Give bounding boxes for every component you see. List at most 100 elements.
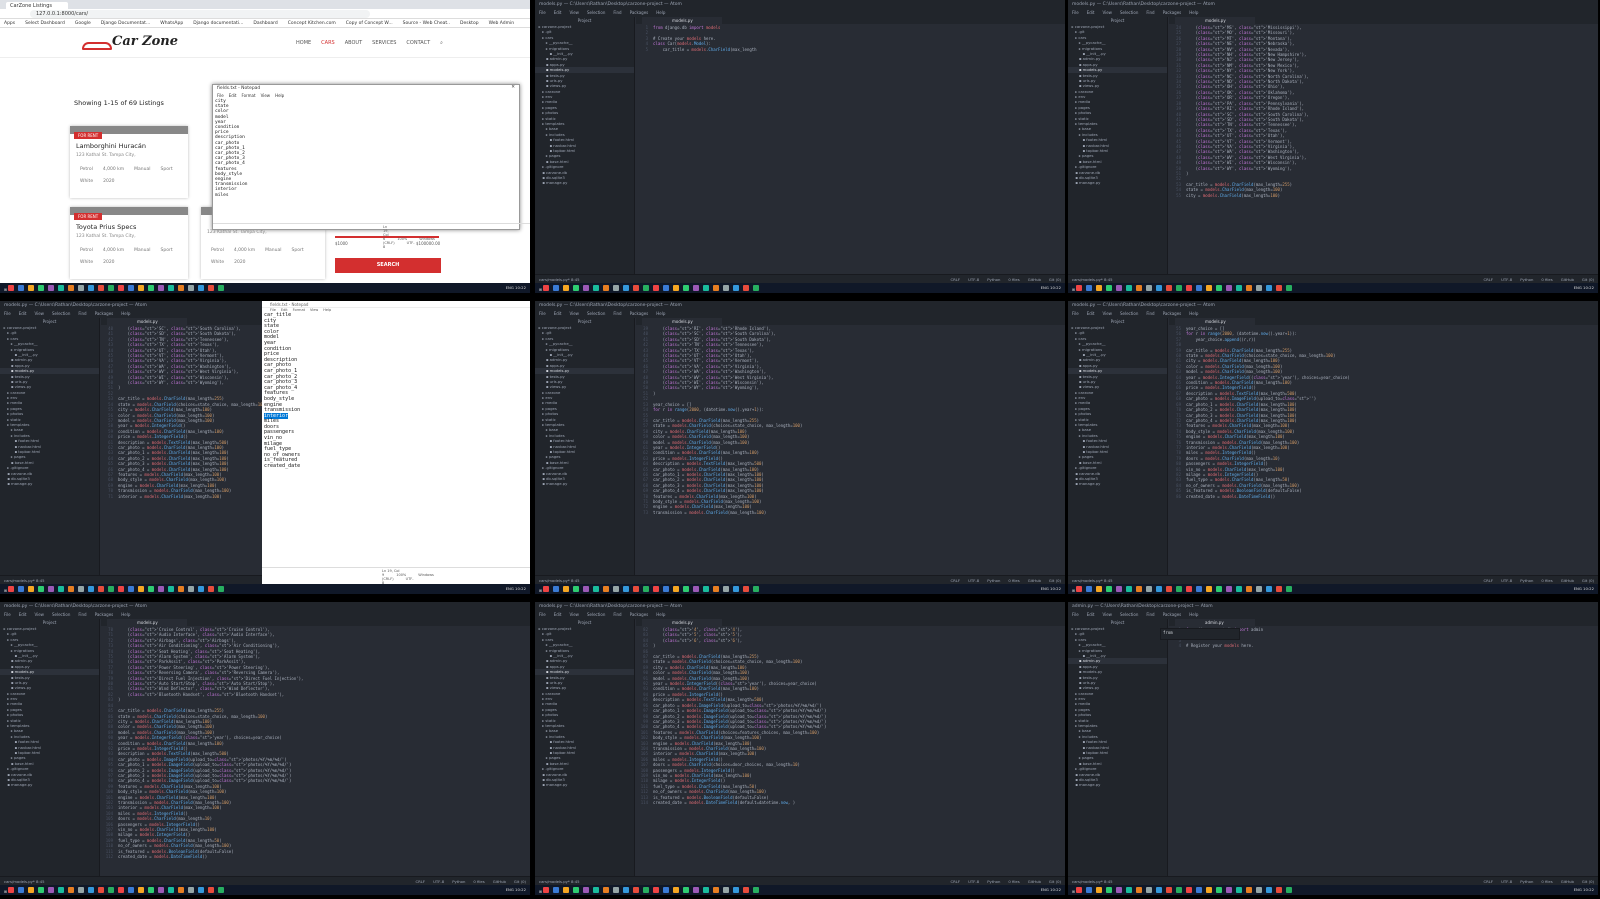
taskbar-app-icon[interactable] <box>188 285 195 291</box>
editor-tab[interactable]: models.py <box>642 619 722 626</box>
taskbar-app-icon[interactable] <box>178 887 185 893</box>
taskbar-app-icon[interactable] <box>1186 586 1193 592</box>
taskbar-app-icon[interactable] <box>663 285 670 291</box>
status-item[interactable]: CRLF <box>416 879 426 884</box>
taskbar-app-icon[interactable] <box>673 887 680 893</box>
notepad-menu-item[interactable]: Edit <box>229 93 237 98</box>
taskbar-app-icon[interactable] <box>168 285 175 291</box>
taskbar-app-icon[interactable] <box>68 887 75 893</box>
taskbar-app-icon[interactable] <box>613 887 620 893</box>
editor-menu-item[interactable]: Selection <box>1120 311 1138 316</box>
taskbar-app-icon[interactable] <box>653 586 660 592</box>
editor-menu-item[interactable]: Selection <box>587 10 605 15</box>
taskbar-app-icon[interactable] <box>1206 586 1213 592</box>
taskbar-app-icon[interactable] <box>168 586 175 592</box>
taskbar-app-icon[interactable] <box>18 285 25 291</box>
taskbar-app-icon[interactable] <box>78 887 85 893</box>
taskbar-app-icon[interactable] <box>723 586 730 592</box>
taskbar-app-icon[interactable] <box>1236 887 1243 893</box>
taskbar-app-icon[interactable] <box>208 285 215 291</box>
taskbar-app-icon[interactable] <box>218 285 225 291</box>
taskbar-app-icon[interactable] <box>703 887 710 893</box>
editor-menu-item[interactable]: File <box>539 612 546 617</box>
status-item[interactable]: GitHub <box>1028 578 1041 583</box>
status-item[interactable]: Git (0) <box>1582 879 1594 884</box>
taskbar-app-icon[interactable] <box>1246 586 1253 592</box>
taskbar-app-icon[interactable] <box>118 586 125 592</box>
taskbar-app-icon[interactable] <box>693 285 700 291</box>
taskbar-app-icon[interactable] <box>8 285 15 291</box>
status-item[interactable]: Git (0) <box>1049 879 1061 884</box>
bookmark-link[interactable]: Web Admin <box>489 21 515 26</box>
notepad-menu-item[interactable]: Help <box>275 93 284 98</box>
bookmark-link[interactable]: Dashboard <box>253 21 277 26</box>
taskbar-app-icon[interactable] <box>1266 586 1273 592</box>
editor-menu-item[interactable]: Selection <box>587 612 605 617</box>
editor-menu-item[interactable]: Packages <box>95 612 114 617</box>
status-item[interactable]: 0 files <box>1541 277 1552 282</box>
notepad-menu-item[interactable]: Help <box>323 308 331 312</box>
taskbar-app-icon[interactable] <box>1196 887 1203 893</box>
nav-link-about[interactable]: ABOUT <box>345 40 362 46</box>
status-item[interactable]: Git (0) <box>1582 578 1594 583</box>
status-item[interactable]: Git (0) <box>1049 578 1061 583</box>
taskbar-app-icon[interactable] <box>1106 586 1113 592</box>
nav-link-contact[interactable]: CONTACT <box>406 40 430 46</box>
taskbar-app-icon[interactable] <box>603 586 610 592</box>
editor-menu-item[interactable]: Help <box>656 612 665 617</box>
editor-tab[interactable]: models.py <box>1175 318 1255 325</box>
editor-menu-item[interactable]: Selection <box>52 311 70 316</box>
status-item[interactable]: Git (0) <box>1049 277 1061 282</box>
taskbar-app-icon[interactable] <box>743 285 750 291</box>
status-item[interactable]: GitHub <box>1028 879 1041 884</box>
taskbar-app-icon[interactable] <box>603 285 610 291</box>
status-item[interactable]: CRLF <box>951 578 961 583</box>
editor-menu-item[interactable]: Help <box>1189 612 1198 617</box>
taskbar-app-icon[interactable] <box>703 285 710 291</box>
taskbar-app-icon[interactable] <box>573 586 580 592</box>
taskbar-app-icon[interactable] <box>563 887 570 893</box>
editor-menu-item[interactable]: File <box>539 311 546 316</box>
taskbar-app-icon[interactable] <box>743 586 750 592</box>
taskbar-app-icon[interactable] <box>553 887 560 893</box>
taskbar-app-icon[interactable] <box>88 887 95 893</box>
tree-item[interactable]: ▪ manage.py <box>1068 180 1167 185</box>
taskbar-app-icon[interactable] <box>683 586 690 592</box>
taskbar-app-icon[interactable] <box>1236 586 1243 592</box>
taskbar-app-icon[interactable] <box>138 887 145 893</box>
editor-menu-item[interactable]: Find <box>1146 10 1154 15</box>
taskbar-app-icon[interactable] <box>148 285 155 291</box>
taskbar-app-icon[interactable] <box>1156 586 1163 592</box>
tree-item[interactable]: ▪ manage.py <box>0 481 99 486</box>
editor-menu-item[interactable]: Packages <box>95 311 114 316</box>
taskbar-app-icon[interactable] <box>28 285 35 291</box>
taskbar-app-icon[interactable] <box>1126 285 1133 291</box>
taskbar-app-icon[interactable] <box>693 586 700 592</box>
notepad-text[interactable]: city state color model year condition pr… <box>215 99 248 198</box>
taskbar-app-icon[interactable] <box>713 285 720 291</box>
status-item[interactable]: CRLF <box>1484 578 1494 583</box>
taskbar-app-icon[interactable] <box>8 586 15 592</box>
notepad-menu-item[interactable]: View <box>310 308 318 312</box>
status-item[interactable]: Git (0) <box>514 879 526 884</box>
status-item[interactable]: UTF-8 <box>433 879 444 884</box>
editor-menu-item[interactable]: File <box>1072 10 1079 15</box>
taskbar-app-icon[interactable] <box>38 887 45 893</box>
status-item[interactable]: Python <box>452 879 465 884</box>
taskbar-app-icon[interactable] <box>743 887 750 893</box>
taskbar-app-icon[interactable] <box>1106 285 1113 291</box>
status-item[interactable]: Python <box>1520 578 1533 583</box>
taskbar-app-icon[interactable] <box>28 586 35 592</box>
editor-tab[interactable]: models.py <box>1175 17 1255 24</box>
taskbar-app-icon[interactable] <box>58 285 65 291</box>
status-item[interactable]: UTF-8 <box>1501 277 1512 282</box>
status-item[interactable]: Python <box>987 879 1000 884</box>
taskbar-app-icon[interactable] <box>623 586 630 592</box>
taskbar-app-icon[interactable] <box>1266 887 1273 893</box>
search-icon[interactable]: ⌕ <box>440 40 443 46</box>
autocomplete-popup[interactable]: from <box>1160 628 1240 640</box>
taskbar-app-icon[interactable] <box>1176 887 1183 893</box>
taskbar-app-icon[interactable] <box>1276 887 1283 893</box>
site-logo[interactable]: Car Zone <box>112 34 178 49</box>
notepad-menu-item[interactable]: Format <box>241 93 255 98</box>
